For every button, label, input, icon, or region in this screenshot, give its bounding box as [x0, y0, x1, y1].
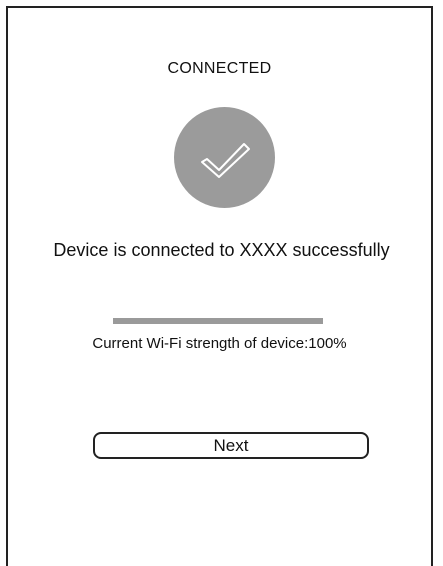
success-badge: [174, 107, 275, 208]
next-button[interactable]: Next: [93, 432, 369, 459]
checkmark-icon: [201, 143, 250, 178]
wifi-strength-label: Current Wi-Fi strength of device:100%: [92, 335, 347, 352]
page-title: CONNECTED: [167, 60, 272, 77]
status-message: Device is connected to XXXX successfully: [53, 240, 390, 260]
wifi-strength-fill: [113, 318, 323, 324]
wifi-strength-bar: [113, 318, 323, 324]
dialog-frame: CONNECTED Device is connected to XXXX su…: [6, 6, 433, 566]
